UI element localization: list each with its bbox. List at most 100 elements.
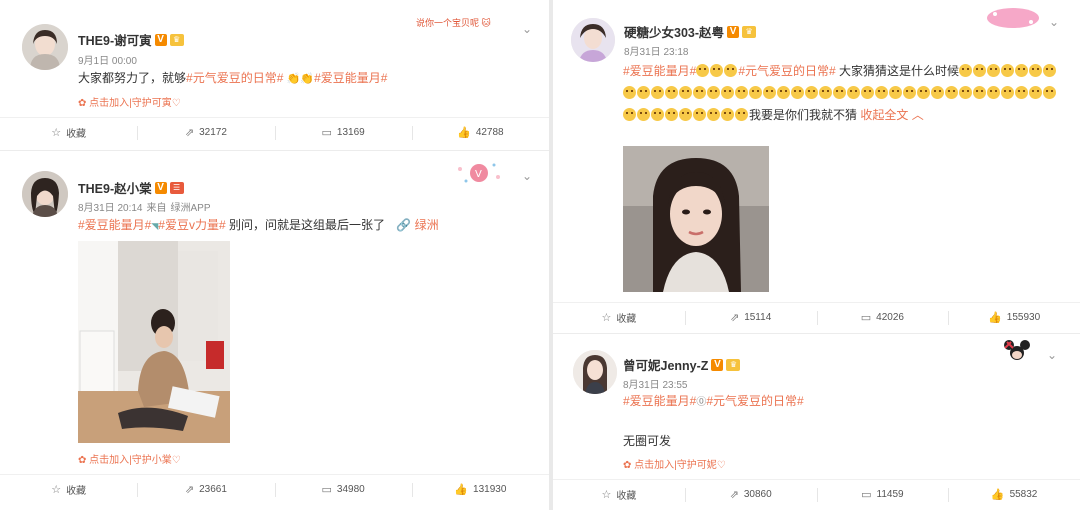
like-button[interactable]: 👍 55832 — [948, 480, 1080, 509]
chevron-down-icon[interactable]: ⌄ — [1047, 15, 1061, 29]
favorite-label: 收藏 — [66, 486, 87, 497]
hashtag-link[interactable]: #元气爱豆的日常# — [186, 71, 283, 85]
favorite-button[interactable]: ☆ 收藏 — [0, 475, 137, 504]
fan-club-text[interactable]: 点击加入|守护可寅♡ — [89, 98, 181, 109]
hashtag-link[interactable]: #爱豆能量月# — [314, 71, 387, 85]
grin-face-icon — [931, 86, 944, 99]
decoration-sticker: 说你一个宝贝呢 🐱 — [416, 18, 491, 28]
post-photo[interactable] — [78, 241, 230, 443]
weibo-post: THE9-赵小棠 V ☰ 8月31日 20:14 来自 绿洲APP V ⌄ #爱豆能… — [0, 150, 549, 510]
favorite-label: 收藏 — [66, 129, 87, 140]
comment-count: 42026 — [876, 312, 904, 323]
level-badge-icon: ♛ — [726, 358, 741, 371]
username-text[interactable]: 硬糖少女303-赵粤 — [624, 22, 724, 41]
text-segment: 我要是你们我就不猜 — [749, 108, 858, 122]
verified-badge: V — [727, 25, 740, 38]
post-time[interactable]: 8月31日 23:18 — [624, 43, 693, 58]
fan-club-text[interactable]: 点击加入|守护小棠♡ — [89, 455, 181, 466]
oasis-link-text[interactable]: 绿洲 — [415, 218, 439, 232]
time-text[interactable]: 9月1日 00:00 — [78, 56, 137, 67]
comment-button[interactable]: ▭ 42026 — [816, 303, 949, 332]
comment-count: 34980 — [336, 484, 365, 495]
fan-club-link[interactable]: ✿ 点击加入|守护可妮♡ — [623, 456, 726, 471]
chevron-up-icon[interactable]: ︿ — [912, 108, 924, 122]
favorite-button[interactable]: ☆ 收藏 — [553, 480, 685, 509]
like-button[interactable]: 👍 131930 — [411, 475, 549, 504]
avatar[interactable] — [571, 18, 615, 62]
comment-count: 11459 — [876, 489, 904, 500]
grin-face-icon — [1015, 64, 1029, 77]
repost-count: 23661 — [199, 484, 227, 495]
action-bar: ☆ 收藏 ⇗ 23661 ▭ 34980 👍 131930 — [0, 474, 549, 504]
favorite-button[interactable]: ☆ 收藏 — [0, 118, 137, 147]
hashtag-link[interactable]: #爱豆能量月# — [78, 218, 151, 232]
chevron-down-icon[interactable]: ⌄ — [520, 169, 534, 183]
avatar[interactable] — [22, 171, 68, 217]
post-time[interactable]: 8月31日 23:55 — [623, 376, 692, 391]
post-time[interactable]: 9月1日 00:00 — [78, 52, 141, 67]
hashtag-link[interactable]: #爱豆能量月# — [623, 394, 696, 408]
chevron-down-icon[interactable]: ⌄ — [520, 22, 534, 36]
time-text[interactable]: 8月31日 23:18 — [624, 47, 689, 58]
time-text[interactable]: 8月31日 23:55 — [623, 380, 688, 391]
emoji-icon: ⓪ — [696, 397, 707, 408]
comment-button[interactable]: ▭ 11459 — [816, 480, 949, 509]
star-icon: ☆ — [601, 312, 612, 324]
time-text[interactable]: 8月31日 20:14 — [78, 203, 143, 214]
avatar[interactable] — [22, 24, 68, 70]
hashtag-link[interactable]: #元气爱豆的日常# — [738, 64, 835, 78]
fan-club-text[interactable]: 点击加入|守护可妮♡ — [634, 460, 726, 471]
level-badge-icon: ☰ — [169, 181, 184, 194]
collapse-text-link[interactable]: 收起全文 — [860, 108, 908, 122]
username-text[interactable]: THE9-谢可寅 — [78, 30, 152, 49]
hashtag-link[interactable]: #爱豆能量月# — [623, 64, 696, 78]
hashtag-link[interactable]: #元气爱豆的日常# — [706, 394, 803, 408]
source-prefix: 来自 — [146, 203, 167, 214]
repost-button[interactable]: ⇗ 32172 — [137, 118, 274, 147]
post-photo[interactable] — [623, 146, 769, 292]
username-text[interactable]: 曾可妮Jenny-Z — [623, 355, 708, 374]
grin-face-icon — [721, 108, 734, 121]
grin-face-icon — [637, 108, 650, 121]
username[interactable]: 曾可妮Jenny-Z V ♛ — [623, 355, 741, 374]
cheer-emoji-icon: 👏👏 — [286, 73, 315, 85]
oasis-link[interactable]: 🔗 绿洲 — [396, 218, 438, 232]
fan-club-link[interactable]: ✿ 点击加入|守护小棠♡ — [78, 451, 181, 466]
flower-icon: ✿ — [78, 98, 87, 109]
grin-face-icon — [763, 86, 776, 99]
username[interactable]: THE9-赵小棠 V ☰ — [78, 178, 184, 197]
hashtag-link[interactable]: #爱豆v力量# — [158, 218, 225, 232]
chevron-down-icon[interactable]: ⌄ — [1045, 348, 1059, 362]
decoration-sticker — [1001, 338, 1033, 367]
text-segment: 别问，问就是这组最后一张了 — [225, 218, 385, 232]
comment-icon: ▭ — [321, 484, 332, 496]
grin-face-icon — [847, 86, 860, 99]
decoration-sticker: V — [454, 159, 504, 190]
repost-button[interactable]: ⇗ 15114 — [684, 303, 817, 332]
like-button[interactable]: 👍 42788 — [411, 118, 549, 147]
like-button[interactable]: 👍 155930 — [948, 303, 1080, 332]
like-count: 55832 — [1009, 489, 1038, 500]
repost-button[interactable]: ⇗ 23661 — [137, 475, 274, 504]
grin-face-icon — [735, 108, 748, 121]
source-link[interactable]: 绿洲APP — [171, 203, 211, 214]
fan-club-link[interactable]: ✿ 点击加入|守护可寅♡ — [78, 94, 181, 109]
favorite-button[interactable]: ☆ 收藏 — [553, 303, 685, 332]
grin-face-icon — [623, 86, 636, 99]
comment-button[interactable]: ▭ 34980 — [274, 475, 412, 504]
repost-button[interactable]: ⇗ 30860 — [684, 480, 817, 509]
grin-face-icon — [1001, 86, 1014, 99]
grin-face-icon — [693, 108, 706, 121]
action-bar: ☆ 收藏 ⇗ 30860 ▭ 11459 👍 55832 — [553, 479, 1080, 509]
comment-button[interactable]: ▭ 13169 — [274, 118, 412, 147]
avatar[interactable] — [573, 350, 617, 394]
username[interactable]: THE9-谢可寅 V ♛ — [78, 30, 184, 49]
post-text: #爱豆能量月#◥#爱豆v力量# 别问，问就是这组最后一张了 🔗 绿洲 — [78, 216, 538, 236]
username-text[interactable]: THE9-赵小棠 — [78, 178, 152, 197]
weibo-post: 硬糖少女303-赵粤 V ♛ 8月31日 23:18 ⌄ #爱豆能量月# #元气爱… — [553, 0, 1080, 333]
share-icon: ⇗ — [184, 484, 195, 496]
grin-face-icon — [959, 64, 973, 77]
share-icon: ⇗ — [729, 312, 740, 324]
grin-face-icon — [651, 108, 664, 121]
username[interactable]: 硬糖少女303-赵粤 V ♛ — [624, 22, 757, 41]
